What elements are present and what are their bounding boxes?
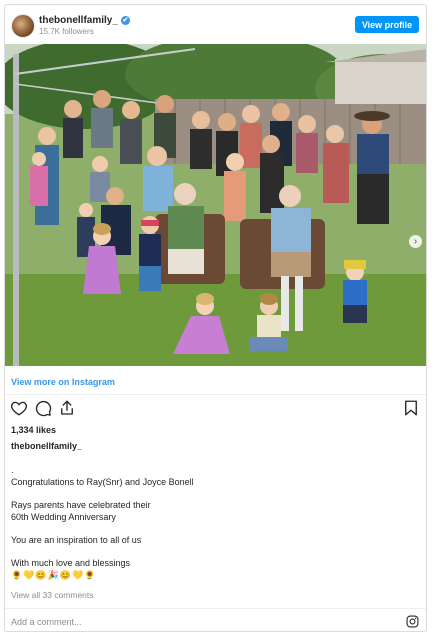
view-more-row: View more on Instagram (5, 366, 426, 395)
comment-icon[interactable] (34, 399, 52, 417)
add-comment-input[interactable]: Add a comment... (11, 617, 82, 627)
caption-username[interactable]: thebonellfamily_ (11, 441, 82, 451)
profile-username[interactable]: thebonellfamily_ ✔ (39, 15, 130, 26)
view-all-comments-link[interactable]: View all 33 comments (11, 590, 94, 600)
likes-count[interactable]: 1,334 likes (11, 425, 56, 435)
caption-line: With much love and blessings (11, 558, 131, 568)
caption-text: . Congratulations to Ray(Snr) and Joyce … (11, 464, 411, 581)
instagram-logo-icon[interactable] (406, 615, 419, 628)
share-icon[interactable] (58, 399, 76, 417)
action-bar (5, 399, 426, 419)
caption-line: Rays parents have celebrated their 60th … (11, 500, 151, 522)
next-photo-arrow-icon[interactable]: › (409, 235, 422, 248)
bookmark-icon[interactable] (402, 399, 420, 417)
comment-row: Add a comment... (5, 608, 426, 631)
username-text[interactable]: thebonellfamily_ (39, 15, 118, 26)
post-photo[interactable]: › (5, 44, 426, 366)
followers-count: 15.7K followers (39, 27, 94, 36)
view-more-on-instagram-link[interactable]: View more on Instagram (11, 377, 115, 387)
caption-line: You are an inspiration to all of us (11, 535, 142, 545)
view-profile-button[interactable]: View profile (355, 16, 419, 33)
verified-badge-icon: ✔ (120, 16, 130, 25)
instagram-embed-card: thebonellfamily_ ✔ 15.7K followers View p… (4, 4, 427, 632)
caption-line: . (11, 465, 14, 475)
caption-emoji-line: 🌻💛😊🎉😊💛🌻 (11, 570, 97, 580)
heart-icon[interactable] (10, 399, 28, 417)
post-header: thebonellfamily_ ✔ 15.7K followers View p… (5, 5, 426, 45)
family-photo-illustration (5, 44, 426, 366)
caption-line: Congratulations to Ray(Snr) and Joyce Bo… (11, 477, 194, 487)
profile-avatar[interactable] (11, 14, 35, 38)
